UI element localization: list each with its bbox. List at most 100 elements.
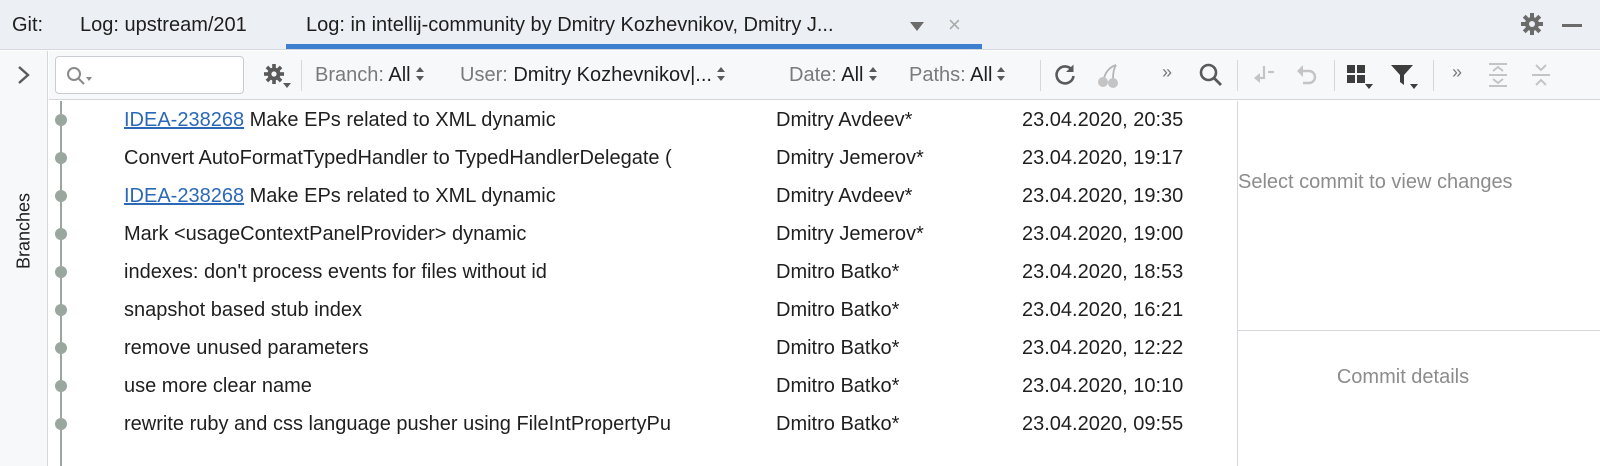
magnifier-icon[interactable] — [1198, 62, 1224, 93]
gear-icon[interactable] — [263, 63, 291, 94]
date-filter[interactable]: Date: All — [789, 64, 879, 87]
refresh-icon[interactable] — [1052, 62, 1078, 93]
commit-row[interactable]: indexes: don't process events for files … — [49, 253, 1237, 291]
commit-date: 23.04.2020, 20:35 — [1022, 109, 1184, 131]
updown-icon — [415, 66, 426, 82]
commit-subject: IDEA-238268 Make EPs related to XML dyna… — [124, 109, 772, 132]
branch-filter[interactable]: Branch: All — [315, 64, 426, 87]
search-icon — [66, 66, 86, 91]
subject-text: rewrite ruby and css language pusher usi… — [124, 413, 671, 435]
tool-window-title: Git: — [12, 14, 44, 36]
commit-date: 23.04.2020, 09:55 — [1022, 413, 1184, 435]
filter-value: All — [841, 64, 864, 86]
commit-date: 23.04.2020, 19:17 — [1022, 147, 1184, 169]
filter-icon[interactable] — [1390, 63, 1420, 96]
commit-subject: rewrite ruby and css language pusher usi… — [124, 413, 772, 436]
search-history-caret[interactable] — [86, 77, 92, 81]
commit-subject: remove unused parameters — [124, 337, 772, 360]
revert-icon[interactable] — [1294, 62, 1320, 93]
commit-author: Dmitro Batko* — [776, 261, 900, 283]
tab-log-upstream[interactable]: Log: upstream/201 — [62, 0, 280, 50]
subject-text: snapshot based stub index — [124, 299, 362, 321]
commit-subject: Mark <usageContextPanelProvider> dynamic — [124, 223, 772, 246]
close-icon[interactable]: × — [948, 12, 961, 38]
separator — [1433, 60, 1434, 91]
chevron-right-icon[interactable] — [15, 65, 33, 90]
subject-text: Make EPs related to XML dynamic — [244, 185, 556, 207]
commit-subject: use more clear name — [124, 375, 772, 398]
commit-row[interactable]: IDEA-238268 Make EPs related to XML dyna… — [49, 101, 1237, 139]
graph-node — [55, 190, 67, 202]
separator — [301, 60, 302, 91]
minimize-icon[interactable] — [1562, 24, 1582, 27]
branches-toggle[interactable]: Branches — [6, 181, 42, 281]
commit-author: Dmitry Avdeev* — [776, 109, 913, 131]
commit-row[interactable]: Convert AutoFormatTypedHandler to TypedH… — [49, 139, 1237, 177]
commit-date: 23.04.2020, 19:00 — [1022, 223, 1184, 245]
commit-subject: snapshot based stub index — [124, 299, 772, 322]
tool-window-header: Git: Log: upstream/201 Log: in intellij-… — [0, 0, 1600, 50]
gear-icon[interactable] — [1520, 12, 1544, 41]
expand-all-icon[interactable] — [1486, 62, 1510, 93]
commit-row[interactable]: use more clear name Dmitro Batko* 23.04.… — [49, 367, 1237, 405]
commit-author: Dmitry Jemerov* — [776, 147, 924, 169]
branches-strip: Branches — [0, 51, 48, 466]
commit-details-panel: Select commit to view changes Commit det… — [1237, 101, 1600, 466]
subject-text: remove unused parameters — [124, 337, 369, 359]
cherry-pick-icon[interactable] — [1095, 62, 1121, 95]
search-input[interactable] — [96, 63, 236, 87]
subject-text: indexes: don't process events for files … — [124, 261, 547, 283]
updown-icon — [997, 66, 1007, 82]
subject-text: Convert AutoFormatTypedHandler to TypedH… — [124, 147, 672, 169]
commit-row[interactable]: snapshot based stub index Dmitro Batko* … — [49, 291, 1237, 329]
collapse-all-icon[interactable] — [1529, 62, 1553, 93]
graph-node — [55, 304, 67, 316]
tab-label: Log: in intellij-community by Dmitry Koz… — [306, 14, 834, 36]
more-icon[interactable]: » — [1452, 62, 1462, 83]
commit-author: Dmitro Batko* — [776, 375, 900, 397]
commit-subject: indexes: don't process events for files … — [124, 261, 772, 284]
commit-list: IDEA-238268 Make EPs related to XML dyna… — [49, 101, 1237, 466]
commit-row[interactable]: remove unused parameters Dmitro Batko* 2… — [49, 329, 1237, 367]
commit-row[interactable]: Mark <usageContextPanelProvider> dynamic… — [49, 215, 1237, 253]
chevron-down-icon[interactable] — [910, 22, 924, 31]
issue-link[interactable]: IDEA-238268 — [124, 109, 244, 131]
graph-node — [55, 114, 67, 126]
commit-author: Dmitro Batko* — [776, 413, 900, 435]
filter-value: Dmitry Kozhevnikov|... — [513, 64, 712, 86]
commit-row[interactable]: rewrite ruby and css language pusher usi… — [49, 405, 1237, 443]
filter-value: All — [388, 64, 411, 86]
updown-icon — [716, 66, 727, 82]
separator — [1040, 60, 1041, 91]
separator — [1237, 60, 1238, 91]
commit-author: Dmitro Batko* — [776, 299, 900, 321]
user-filter[interactable]: User: Dmitry Kozhevnikov|... — [460, 64, 727, 87]
panel-divider[interactable] — [1238, 330, 1600, 331]
graph-node — [55, 342, 67, 354]
graph-node — [55, 418, 67, 430]
log-toolbar: Branch: All User: Dmitry Kozhevnikov|...… — [49, 51, 1600, 100]
filter-label: Date: — [789, 64, 837, 86]
commit-row[interactable]: IDEA-238268 Make EPs related to XML dyna… — [49, 177, 1237, 215]
graph-node — [55, 228, 67, 240]
commit-author: Dmitry Avdeev* — [776, 185, 913, 207]
grid-icon[interactable] — [1346, 64, 1374, 95]
separator — [1334, 60, 1335, 91]
graph-node — [55, 266, 67, 278]
search-field[interactable] — [55, 56, 244, 94]
active-tab-indicator — [286, 44, 982, 49]
changes-empty-message: Select commit to view changes — [1238, 171, 1513, 193]
issue-link[interactable]: IDEA-238268 — [124, 185, 244, 207]
more-icon[interactable]: » — [1162, 62, 1172, 83]
commit-subject: Convert AutoFormatTypedHandler to TypedH… — [124, 147, 772, 170]
commit-date: 23.04.2020, 19:30 — [1022, 185, 1184, 207]
graph-node — [55, 380, 67, 392]
paths-filter[interactable]: Paths: All — [909, 64, 1007, 87]
pull-icon[interactable] — [1250, 62, 1276, 93]
filter-label: Paths: — [909, 64, 966, 86]
filter-value: All — [970, 64, 993, 86]
commit-subject: IDEA-238268 Make EPs related to XML dyna… — [124, 185, 772, 208]
commit-date: 23.04.2020, 18:53 — [1022, 261, 1184, 283]
commit-date: 23.04.2020, 10:10 — [1022, 375, 1184, 397]
tab-log-filtered[interactable]: Log: in intellij-community by Dmitry Koz… — [286, 0, 982, 50]
